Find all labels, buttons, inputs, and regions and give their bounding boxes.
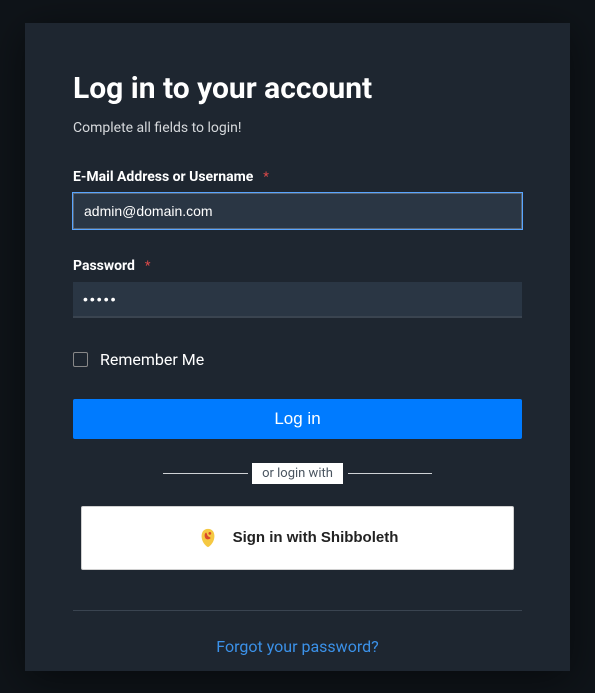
shibboleth-sso-button[interactable]: Sign in with Shibboleth <box>81 506 514 570</box>
footer-divider <box>73 610 522 611</box>
remember-checkbox[interactable] <box>73 352 88 367</box>
login-card: Log in to your account Complete all fiel… <box>25 23 570 671</box>
required-star: * <box>145 259 151 274</box>
page-title: Log in to your account <box>73 71 522 106</box>
required-star: * <box>263 170 269 185</box>
password-input[interactable] <box>73 282 522 318</box>
sso-button-label: Sign in with Shibboleth <box>233 529 399 546</box>
email-input[interactable] <box>73 193 522 229</box>
remember-row: Remember Me <box>73 350 522 369</box>
email-field-group: E-Mail Address or Username * <box>73 166 522 229</box>
divider-line <box>348 473 433 474</box>
password-label-text: Password <box>73 258 135 274</box>
email-label: E-Mail Address or Username * <box>73 166 269 185</box>
login-button[interactable]: Log in <box>73 399 522 439</box>
divider-row: or login with <box>73 463 522 484</box>
password-field-group: Password * <box>73 255 522 318</box>
password-label: Password * <box>73 255 150 274</box>
divider-line <box>163 473 248 474</box>
email-label-text: E-Mail Address or Username <box>73 169 253 185</box>
remember-label[interactable]: Remember Me <box>100 350 204 369</box>
forgot-password-link[interactable]: Forgot your password? <box>73 637 522 656</box>
shibboleth-icon <box>197 527 219 549</box>
page-subtitle: Complete all fields to login! <box>73 120 522 136</box>
divider-text: or login with <box>252 463 343 484</box>
